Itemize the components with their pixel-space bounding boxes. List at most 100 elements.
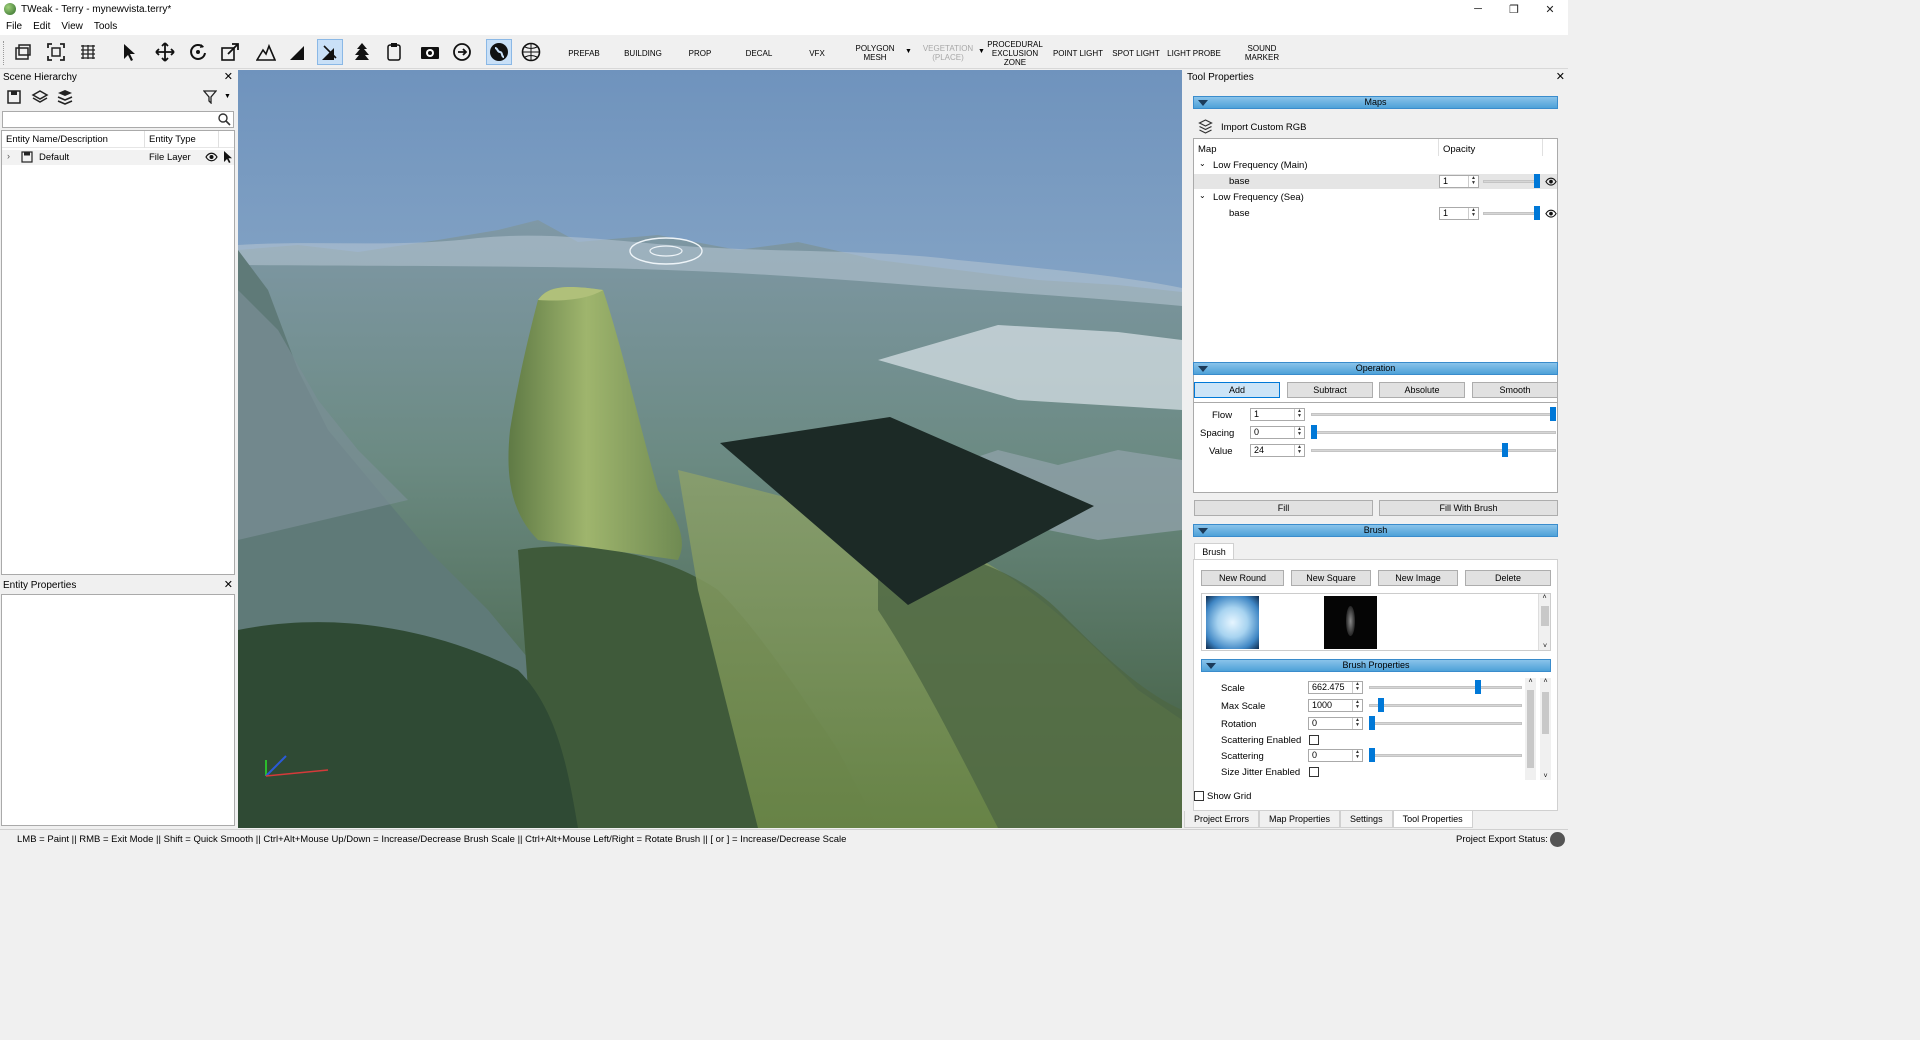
- layers-icon[interactable]: [31, 89, 49, 105]
- scene-hierarchy-close-icon[interactable]: ✕: [224, 70, 233, 83]
- tab-map-properties[interactable]: Map Properties: [1259, 811, 1341, 828]
- save-layer-icon[interactable]: [6, 89, 22, 105]
- scale-spinbox[interactable]: 662.475 ▲ ▼: [1308, 681, 1363, 694]
- scale-slider-track[interactable]: [1369, 686, 1522, 689]
- new-round-brush-button[interactable]: New Round: [1201, 570, 1284, 586]
- column-divider[interactable]: [1542, 139, 1543, 156]
- terrain-slope-icon[interactable]: [285, 39, 311, 65]
- collapse-triangle-icon[interactable]: [1198, 366, 1208, 372]
- spin-arrows-icon[interactable]: ▲ ▼: [1352, 718, 1362, 729]
- tab-tool-properties[interactable]: Tool Properties: [1392, 811, 1473, 828]
- expand-chevron-icon[interactable]: ›: [7, 151, 10, 161]
- terrain-viewport[interactable]: [238, 70, 1182, 828]
- entity-properties-close-icon[interactable]: ✕: [224, 578, 233, 591]
- building-button[interactable]: BUILDING: [617, 39, 669, 67]
- minimize-button[interactable]: ─: [1460, 0, 1496, 18]
- menu-view[interactable]: View: [55, 21, 88, 32]
- spin-arrows-icon[interactable]: ▲ ▼: [1294, 427, 1304, 438]
- opacity-slider-thumb[interactable]: [1534, 206, 1540, 220]
- spin-arrows-icon[interactable]: ▲ ▼: [1468, 208, 1478, 219]
- vegetation-dropdown-icon[interactable]: ▼: [978, 48, 985, 55]
- filter-dropdown-icon[interactable]: ▼: [224, 93, 231, 100]
- vegetation-place-button[interactable]: VEGETATION (PLACE): [918, 39, 978, 67]
- wireframe-globe-icon[interactable]: [518, 39, 544, 65]
- map-group-row[interactable]: ⌄ Low Frequency (Main): [1194, 158, 1557, 173]
- toolbar-grip[interactable]: [3, 41, 5, 65]
- scroll-thumb[interactable]: [1542, 692, 1549, 734]
- scroll-thumb[interactable]: [1527, 690, 1534, 768]
- column-divider[interactable]: [144, 131, 145, 148]
- column-divider[interactable]: [1438, 139, 1439, 156]
- flow-slider-track[interactable]: [1311, 413, 1556, 416]
- max-scale-slider-thumb[interactable]: [1377, 698, 1384, 712]
- select-arrow-icon[interactable]: [115, 39, 141, 65]
- rotate-icon[interactable]: [185, 39, 211, 65]
- tab-project-errors[interactable]: Project Errors: [1184, 811, 1260, 828]
- terrain-raise-icon[interactable]: [253, 39, 279, 65]
- terrain-paint-icon[interactable]: [317, 39, 343, 65]
- opacity-slider-track[interactable]: [1483, 180, 1535, 183]
- new-layer-icon[interactable]: [10, 39, 36, 65]
- maps-section-header[interactable]: Maps: [1193, 96, 1558, 109]
- spin-arrows-icon[interactable]: ▲ ▼: [1352, 750, 1362, 761]
- light-probe-button[interactable]: LIGHT PROBE: [1165, 39, 1223, 67]
- flow-spinbox[interactable]: 1 ▲ ▼: [1250, 408, 1305, 421]
- opacity-slider-track[interactable]: [1483, 212, 1535, 215]
- brush-panel-scrollbar[interactable]: ˄ ˅: [1540, 678, 1551, 780]
- close-button[interactable]: ✕: [1532, 0, 1568, 18]
- camera-icon[interactable]: [417, 39, 443, 65]
- layers-stack-icon[interactable]: [56, 89, 74, 105]
- new-image-brush-button[interactable]: New Image: [1378, 570, 1458, 586]
- collapse-triangle-icon[interactable]: [1198, 528, 1208, 534]
- polygon-mesh-button[interactable]: POLYGON MESH: [848, 39, 902, 67]
- visibility-eye-icon[interactable]: [1545, 177, 1557, 186]
- sound-marker-button[interactable]: SOUND MARKER: [1236, 39, 1288, 67]
- smooth-operation-button[interactable]: Smooth: [1472, 382, 1558, 398]
- globe-icon[interactable]: [486, 39, 512, 65]
- opacity-spinbox[interactable]: 1 ▲ ▼: [1439, 175, 1479, 188]
- subtract-operation-button[interactable]: Subtract: [1287, 382, 1373, 398]
- scale-slider-thumb[interactable]: [1474, 680, 1481, 694]
- map-group-row[interactable]: ⌄ Low Frequency (Sea): [1194, 190, 1557, 205]
- flow-slider-thumb[interactable]: [1550, 407, 1556, 421]
- expand-chevron-icon[interactable]: ⌄: [1199, 159, 1206, 168]
- filter-icon[interactable]: [202, 90, 218, 105]
- brush-properties-scrollbar[interactable]: ˄: [1525, 678, 1536, 780]
- point-light-button[interactable]: POINT LIGHT: [1050, 39, 1106, 67]
- size-jitter-enabled-checkbox[interactable]: [1309, 767, 1319, 777]
- scale-icon[interactable]: [217, 39, 243, 65]
- map-layer-row[interactable]: base 1 ▲ ▼: [1194, 206, 1557, 221]
- scroll-down-icon[interactable]: ˅: [1539, 643, 1551, 650]
- prefab-button[interactable]: PREFAB: [560, 39, 608, 67]
- gallery-scrollbar[interactable]: ˄ ˅: [1538, 594, 1550, 650]
- frame-selection-icon[interactable]: [43, 39, 69, 65]
- opacity-spinbox[interactable]: 1 ▲ ▼: [1439, 207, 1479, 220]
- grid-icon[interactable]: [75, 39, 101, 65]
- value-slider-track[interactable]: [1311, 449, 1556, 452]
- spin-arrows-icon[interactable]: ▲ ▼: [1294, 409, 1304, 420]
- clipboard-icon[interactable]: [381, 39, 407, 65]
- procedural-exclusion-zone-button[interactable]: PROCEDURAL EXCLUSION ZONE: [986, 39, 1044, 67]
- fill-with-brush-button[interactable]: Fill With Brush: [1379, 500, 1558, 516]
- delete-brush-button[interactable]: Delete: [1465, 570, 1551, 586]
- tab-settings[interactable]: Settings: [1340, 811, 1393, 828]
- map-layer-row[interactable]: base 1 ▲ ▼: [1194, 174, 1557, 189]
- max-scale-spinbox[interactable]: 1000 ▲ ▼: [1308, 699, 1363, 712]
- scattering-spinbox[interactable]: 0 ▲ ▼: [1308, 749, 1363, 762]
- expand-chevron-icon[interactable]: ⌄: [1199, 191, 1206, 200]
- scroll-thumb[interactable]: [1541, 606, 1549, 626]
- visibility-eye-icon[interactable]: [205, 152, 218, 162]
- scattering-slider-track[interactable]: [1369, 754, 1522, 757]
- collapse-triangle-icon[interactable]: [1198, 100, 1208, 106]
- operation-section-header[interactable]: Operation: [1193, 362, 1558, 375]
- spin-arrows-icon[interactable]: ▲ ▼: [1468, 176, 1478, 187]
- import-custom-rgb-button[interactable]: Import Custom RGB: [1221, 122, 1307, 133]
- scattering-enabled-checkbox[interactable]: [1309, 735, 1319, 745]
- collapse-triangle-icon[interactable]: [1206, 663, 1216, 669]
- scroll-up-icon[interactable]: ˄: [1525, 678, 1536, 685]
- rotation-slider-thumb[interactable]: [1369, 716, 1375, 730]
- opacity-slider-thumb[interactable]: [1534, 174, 1540, 188]
- add-operation-button[interactable]: Add: [1194, 382, 1280, 398]
- maps-col-map[interactable]: Map: [1198, 144, 1216, 155]
- value-slider-thumb[interactable]: [1502, 443, 1509, 457]
